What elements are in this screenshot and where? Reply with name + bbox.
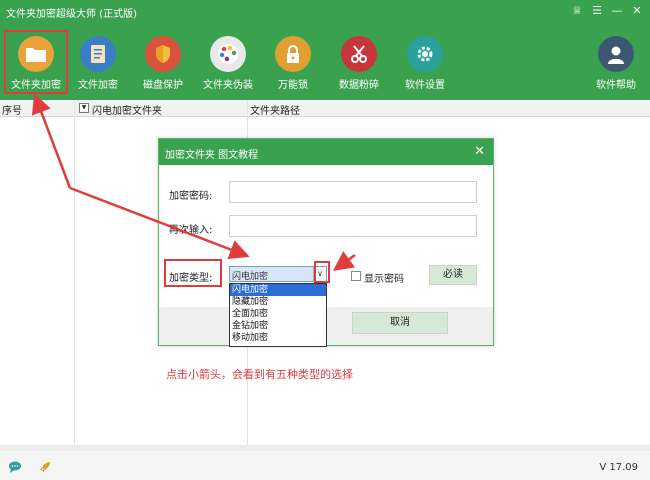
toolbar-data-shred-button[interactable]: 数据粉碎 <box>327 36 391 91</box>
must-read-button[interactable]: 必读 <box>429 265 477 285</box>
encrypt-type-dropdown-list: 闪电加密 隐藏加密 全面加密 金钻加密 移动加密 <box>229 283 327 347</box>
cancel-button[interactable]: 取消 <box>352 312 448 334</box>
selected-type-value: 闪电加密 <box>232 272 269 282</box>
password-input[interactable] <box>229 181 477 203</box>
dropdown-arrow-highlight <box>314 261 330 283</box>
chat-icon[interactable] <box>8 460 22 477</box>
dropdown-option[interactable]: 金钻加密 <box>230 320 326 332</box>
toolbar-settings-button[interactable]: 软件设置 <box>393 36 457 91</box>
encrypt-type-label: 加密类型: <box>169 273 213 284</box>
dropdown-option[interactable]: 全面加密 <box>230 308 326 320</box>
encrypt-type-select[interactable]: 闪电加密 ∨ <box>229 266 327 282</box>
gear-icon <box>407 36 443 72</box>
user-icon <box>598 36 634 72</box>
horizontal-scrollbar[interactable] <box>0 445 650 451</box>
confirm-password-input[interactable] <box>229 215 477 237</box>
toolbar-folder-disguise-button[interactable]: 文件夹伪装 <box>196 36 260 91</box>
folder-encrypt-highlight <box>4 30 68 94</box>
scissors-icon <box>341 36 377 72</box>
dropdown-option[interactable]: 隐藏加密 <box>230 296 326 308</box>
show-password-checkbox[interactable] <box>351 271 361 281</box>
toolbar-label: 文件加密 <box>78 80 118 91</box>
shield-icon <box>145 36 181 72</box>
palette-icon <box>210 36 246 72</box>
toolbar-label: 万能锁 <box>278 80 308 91</box>
shirt-icon[interactable]: ♕ <box>570 4 584 18</box>
show-password-label[interactable]: 显示密码 <box>364 270 404 285</box>
version-label: V 17.09 <box>599 462 638 473</box>
dialog-title: 加密文件夹 图文教程 <box>159 139 493 165</box>
encrypt-folder-dialog: 加密文件夹 图文教程 ✕ 加密密码: 再次输入: 加密类型: 闪电加密 ∨ 显示… <box>158 138 494 347</box>
toolbar-file-encrypt-button[interactable]: 文件加密 <box>66 36 130 91</box>
document-icon <box>80 36 116 72</box>
dropdown-option[interactable]: 移动加密 <box>230 332 326 344</box>
toolbar-label: 数据粉碎 <box>339 80 379 91</box>
close-icon[interactable]: ✕ <box>474 144 485 159</box>
table-header: 序号 闪电加密文件夹 文件夹路径 <box>0 100 650 117</box>
minimize-icon[interactable]: — <box>610 4 624 18</box>
window-controls: ♕ ☰ — ✕ <box>570 4 644 18</box>
rocket-icon[interactable] <box>38 460 52 477</box>
app-title: 文件夹加密超级大师 (正式版) <box>6 9 137 20</box>
instruction-note: 点击小箭头，会看到有五种类型的选择 <box>166 368 353 381</box>
toolbar-label: 软件设置 <box>405 80 445 91</box>
menu-icon[interactable]: ☰ <box>590 4 604 18</box>
column-header-path[interactable]: 文件夹路径 <box>250 102 300 117</box>
toolbar-universal-lock-button[interactable]: 万能锁 <box>261 36 325 91</box>
toolbar-label: 软件帮助 <box>596 80 636 91</box>
confirm-password-label: 再次输入: <box>169 225 213 236</box>
toolbar-help-button[interactable]: 软件帮助 <box>584 36 648 91</box>
app-header: 文件夹加密超级大师 (正式版) ♕ ☰ — ✕ 文件夹加密 文件加密 磁盘保护 … <box>0 0 650 100</box>
lock-icon <box>275 36 311 72</box>
dropdown-option[interactable]: 闪电加密 <box>230 284 326 296</box>
close-icon[interactable]: ✕ <box>630 4 644 18</box>
toolbar-disk-protect-button[interactable]: 磁盘保护 <box>131 36 195 91</box>
password-label: 加密密码: <box>169 191 213 202</box>
toolbar-label: 磁盘保护 <box>143 80 183 91</box>
column-dropdown-icon[interactable]: ▼ <box>79 103 89 113</box>
column-header-number[interactable]: 序号 <box>2 102 22 117</box>
column-header-name[interactable]: 闪电加密文件夹 <box>92 102 162 117</box>
column-divider <box>74 100 75 445</box>
toolbar-label: 文件夹伪装 <box>203 80 253 91</box>
